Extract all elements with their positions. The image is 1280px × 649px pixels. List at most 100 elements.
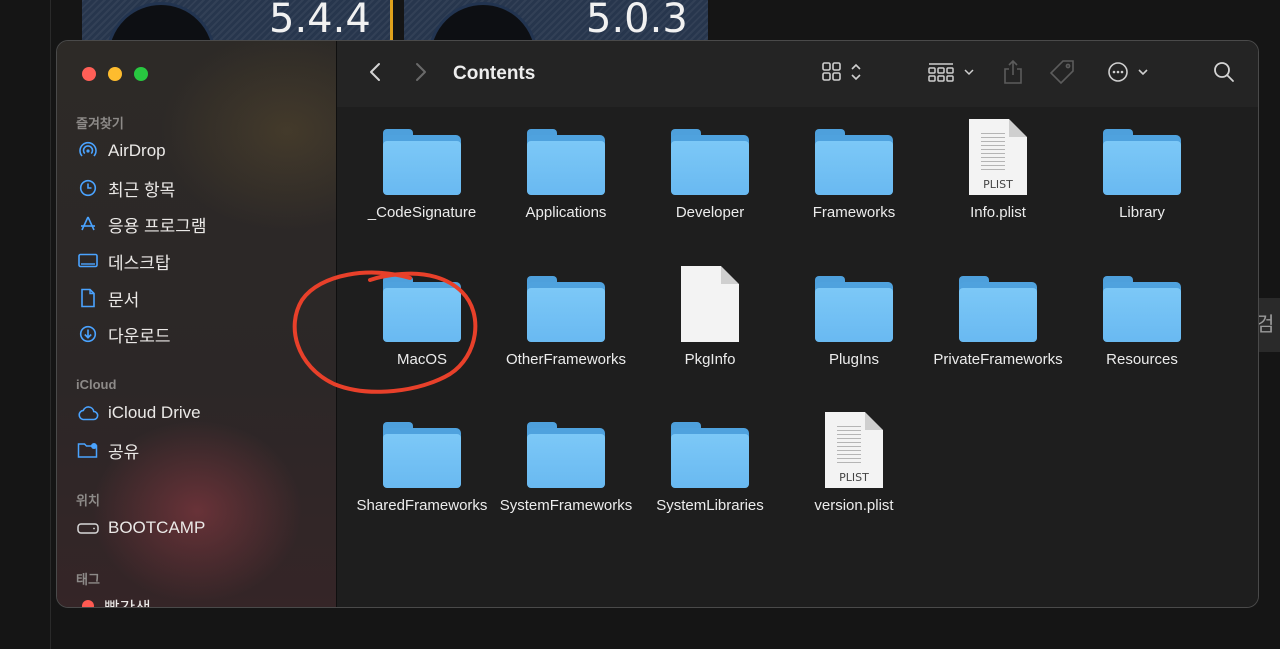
- plist-file-icon: PLIST: [926, 109, 1070, 195]
- sidebar-item-label: 최근 항목: [108, 180, 176, 200]
- icon-grid-view-icon: [821, 61, 867, 88]
- file-item-privateframeworks[interactable]: PrivateFrameworks: [926, 256, 1070, 370]
- folder-icon: [350, 256, 494, 342]
- sidebar-item-airdrop[interactable]: AirDrop: [77, 139, 166, 163]
- sidebar-item-icloud-drive[interactable]: iCloud Drive: [77, 401, 201, 425]
- blank-document-icon: [638, 256, 782, 342]
- file-item-plugins[interactable]: PlugIns: [782, 256, 926, 370]
- file-item-otherframeworks[interactable]: OtherFrameworks: [494, 256, 638, 370]
- background-version-tile: 5.0.3: [404, 0, 708, 40]
- sidebar-item-documents[interactable]: 문서: [77, 286, 139, 310]
- file-item-info-plist[interactable]: PLIST Info.plist: [926, 109, 1070, 223]
- file-name: Library: [1119, 204, 1165, 221]
- share-button[interactable]: [999, 59, 1027, 89]
- file-item-developer[interactable]: Developer: [638, 109, 782, 223]
- sidebar-heading-favorites: 즐겨찾기: [76, 116, 124, 131]
- sidebar-item-recents[interactable]: 최근 항목: [77, 176, 175, 200]
- background-logo: [428, 2, 538, 40]
- background-version-label: 5.4.4: [269, 0, 371, 40]
- ellipsis-circle-icon: [1107, 61, 1153, 88]
- folder-icon: [638, 109, 782, 195]
- file-name: SharedFrameworks: [356, 497, 488, 514]
- sidebar-item-downloads[interactable]: 다운로드: [77, 322, 171, 346]
- applications-icon: [77, 214, 99, 234]
- folder-icon: [782, 256, 926, 342]
- sidebar-item-shared[interactable]: 공유: [77, 438, 139, 462]
- group-by-icon: [927, 61, 979, 88]
- folder-icon: [494, 109, 638, 195]
- tag-icon: [1049, 59, 1075, 90]
- clock-icon: [77, 178, 99, 198]
- drive-icon: [77, 518, 99, 538]
- document-icon: [77, 288, 99, 308]
- file-item-applications[interactable]: Applications: [494, 109, 638, 223]
- view-options-button[interactable]: [819, 61, 869, 87]
- airdrop-icon: [77, 141, 99, 161]
- sidebar-item-tag-red[interactable]: 빨간색: [77, 594, 151, 608]
- sidebar-heading-tags: 태그: [76, 572, 100, 587]
- sidebar-item-applications[interactable]: 응용 프로그램: [77, 212, 207, 236]
- file-name: _CodeSignature: [367, 204, 477, 221]
- plist-badge: PLIST: [983, 178, 1013, 191]
- minimize-button[interactable]: [108, 67, 122, 81]
- file-grid: _CodeSignature Applications Developer Fr…: [337, 107, 1258, 607]
- background-logo: [106, 2, 216, 40]
- file-item-macos[interactable]: MacOS: [350, 256, 494, 370]
- shared-folder-icon: [77, 440, 99, 460]
- window-title: Contents: [453, 63, 536, 84]
- sidebar-heading-icloud: iCloud: [76, 377, 117, 392]
- file-item-systemlibraries[interactable]: SystemLibraries: [638, 402, 782, 516]
- sidebar-item-bootcamp[interactable]: BOOTCAMP: [77, 516, 205, 540]
- sidebar-item-label: AirDrop: [108, 141, 166, 160]
- file-name: Frameworks: [812, 204, 896, 221]
- file-name: MacOS: [396, 351, 447, 368]
- folder-icon: [638, 402, 782, 488]
- file-name: SystemLibraries: [656, 497, 764, 514]
- file-name: Resources: [1106, 351, 1178, 368]
- file-name: version.plist: [814, 497, 894, 514]
- sidebar-item-label: BOOTCAMP: [108, 518, 206, 537]
- file-item-systemframeworks[interactable]: SystemFrameworks: [494, 402, 638, 516]
- file-name: SystemFrameworks: [499, 497, 633, 514]
- folder-icon: [1070, 256, 1214, 342]
- file-item-codesignature[interactable]: _CodeSignature: [350, 109, 494, 223]
- close-button[interactable]: [82, 67, 96, 81]
- more-actions-button[interactable]: [1105, 61, 1155, 87]
- sidebar: 즐겨찾기 AirDrop 최근 항목 응용 프로그램 데스크탑 문서 다운로드 …: [57, 41, 337, 607]
- sidebar-heading-locations: 위치: [76, 493, 100, 508]
- folder-icon: [1070, 109, 1214, 195]
- background-version-label: 5.0.3: [586, 0, 688, 40]
- file-item-library[interactable]: Library: [1070, 109, 1214, 223]
- folder-icon: [350, 402, 494, 488]
- search-button[interactable]: [1209, 61, 1239, 87]
- sidebar-item-label: 데스크탑: [108, 253, 171, 273]
- sidebar-item-label: 문서: [108, 290, 140, 310]
- file-item-sharedframeworks[interactable]: SharedFrameworks: [350, 402, 494, 516]
- share-icon: [1003, 59, 1023, 90]
- folder-icon: [494, 402, 638, 488]
- chevron-right-icon: [415, 62, 427, 87]
- sidebar-item-desktop[interactable]: 데스크탑: [77, 249, 171, 273]
- background-version-tile: 5.4.4: [82, 0, 393, 40]
- back-button[interactable]: [359, 61, 391, 87]
- finder-window: 즐겨찾기 AirDrop 최근 항목 응용 프로그램 데스크탑 문서 다운로드 …: [56, 40, 1259, 608]
- group-by-button[interactable]: [925, 61, 981, 87]
- sidebar-item-label: 빨간색: [104, 598, 151, 608]
- sidebar-item-label: 공유: [108, 442, 140, 462]
- desktop-icon: [77, 251, 99, 271]
- chevron-left-icon: [369, 62, 381, 87]
- file-name: Info.plist: [970, 204, 1026, 221]
- folder-icon: [494, 256, 638, 342]
- sidebar-item-label: iCloud Drive: [108, 403, 201, 422]
- forward-button[interactable]: [405, 61, 437, 87]
- file-item-pkginfo[interactable]: PkgInfo: [638, 256, 782, 370]
- file-item-version-plist[interactable]: PLIST version.plist: [782, 402, 926, 516]
- file-item-resources[interactable]: Resources: [1070, 256, 1214, 370]
- red-tag-dot: [82, 600, 94, 607]
- search-icon: [1213, 61, 1235, 88]
- file-name: PkgInfo: [684, 351, 736, 368]
- file-item-frameworks[interactable]: Frameworks: [782, 109, 926, 223]
- zoom-button[interactable]: [134, 67, 148, 81]
- folder-icon: [782, 109, 926, 195]
- tag-button[interactable]: [1047, 59, 1077, 89]
